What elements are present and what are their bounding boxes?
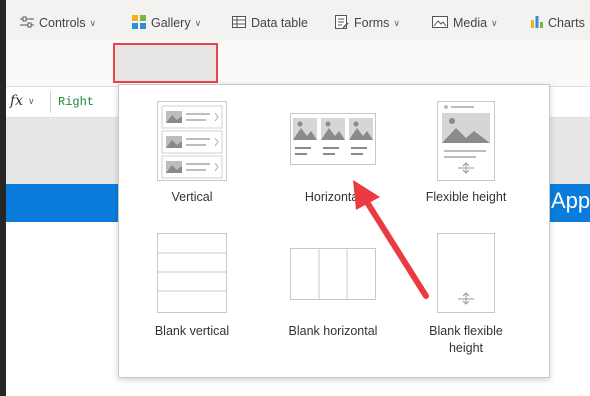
gallery-label: Gallery <box>151 16 191 30</box>
gallery-menu-button[interactable]: Gallery ∨ <box>132 12 201 34</box>
vertical-gallery-icon <box>157 101 227 181</box>
controls-icon <box>20 16 34 31</box>
forms-icon <box>335 14 349 32</box>
gallery-icon <box>132 14 146 32</box>
blank-flexible-label-line1: Blank flexible <box>429 324 503 338</box>
image-icon <box>432 15 448 31</box>
chevron-down-icon[interactable]: ∨ <box>28 96 35 107</box>
data-table-label: Data table <box>251 16 308 30</box>
vertical-label: Vertical <box>171 190 213 204</box>
blank-vertical-label: Blank vertical <box>154 324 230 338</box>
fx-label[interactable]: fx <box>10 93 23 109</box>
gallery-highlight-box <box>113 43 218 83</box>
bar-chart-icon <box>531 15 543 31</box>
controls-label: Controls <box>39 16 86 30</box>
flexible-height-label: Flexible height <box>425 190 507 204</box>
blank-flexible-height-gallery-icon <box>437 233 495 313</box>
chevron-down-icon: ∨ <box>89 17 97 28</box>
gallery-dropdown: Vertical Horizontal Flexible height Blan… <box>118 84 550 378</box>
flexible-height-gallery-icon <box>437 101 495 181</box>
chevron-down-icon: ∨ <box>194 17 202 28</box>
insert-ribbon <box>6 40 590 87</box>
chevron-down-icon: ∨ <box>491 17 498 28</box>
controls-menu-button[interactable]: Controls ∨ <box>20 12 96 34</box>
blank-horizontal-label: Blank horizontal <box>288 324 378 338</box>
table-icon <box>232 15 246 31</box>
data-table-button[interactable]: Data table <box>232 12 308 34</box>
formula-input[interactable]: Right <box>58 95 94 109</box>
blank-horizontal-gallery-icon <box>290 248 376 300</box>
blank-flexible-label-line2: height <box>448 341 484 355</box>
media-label: Media <box>453 16 488 30</box>
app-title-text: App <box>551 188 590 213</box>
forms-label: Forms <box>354 16 390 30</box>
chevron-down-icon: ∨ <box>393 17 401 28</box>
media-menu-button[interactable]: Media ∨ <box>432 12 498 34</box>
horizontal-gallery-icon <box>290 113 376 165</box>
forms-menu-button[interactable]: Forms ∨ <box>335 12 400 34</box>
blank-vertical-gallery-icon <box>157 233 227 313</box>
formula-divider <box>50 91 51 113</box>
blank-flexible-height-label: Blank flexible height <box>396 323 536 357</box>
charts-menu-button[interactable]: Charts <box>531 12 585 34</box>
horizontal-label: Horizontal <box>304 190 362 204</box>
charts-label: Charts <box>548 16 585 30</box>
